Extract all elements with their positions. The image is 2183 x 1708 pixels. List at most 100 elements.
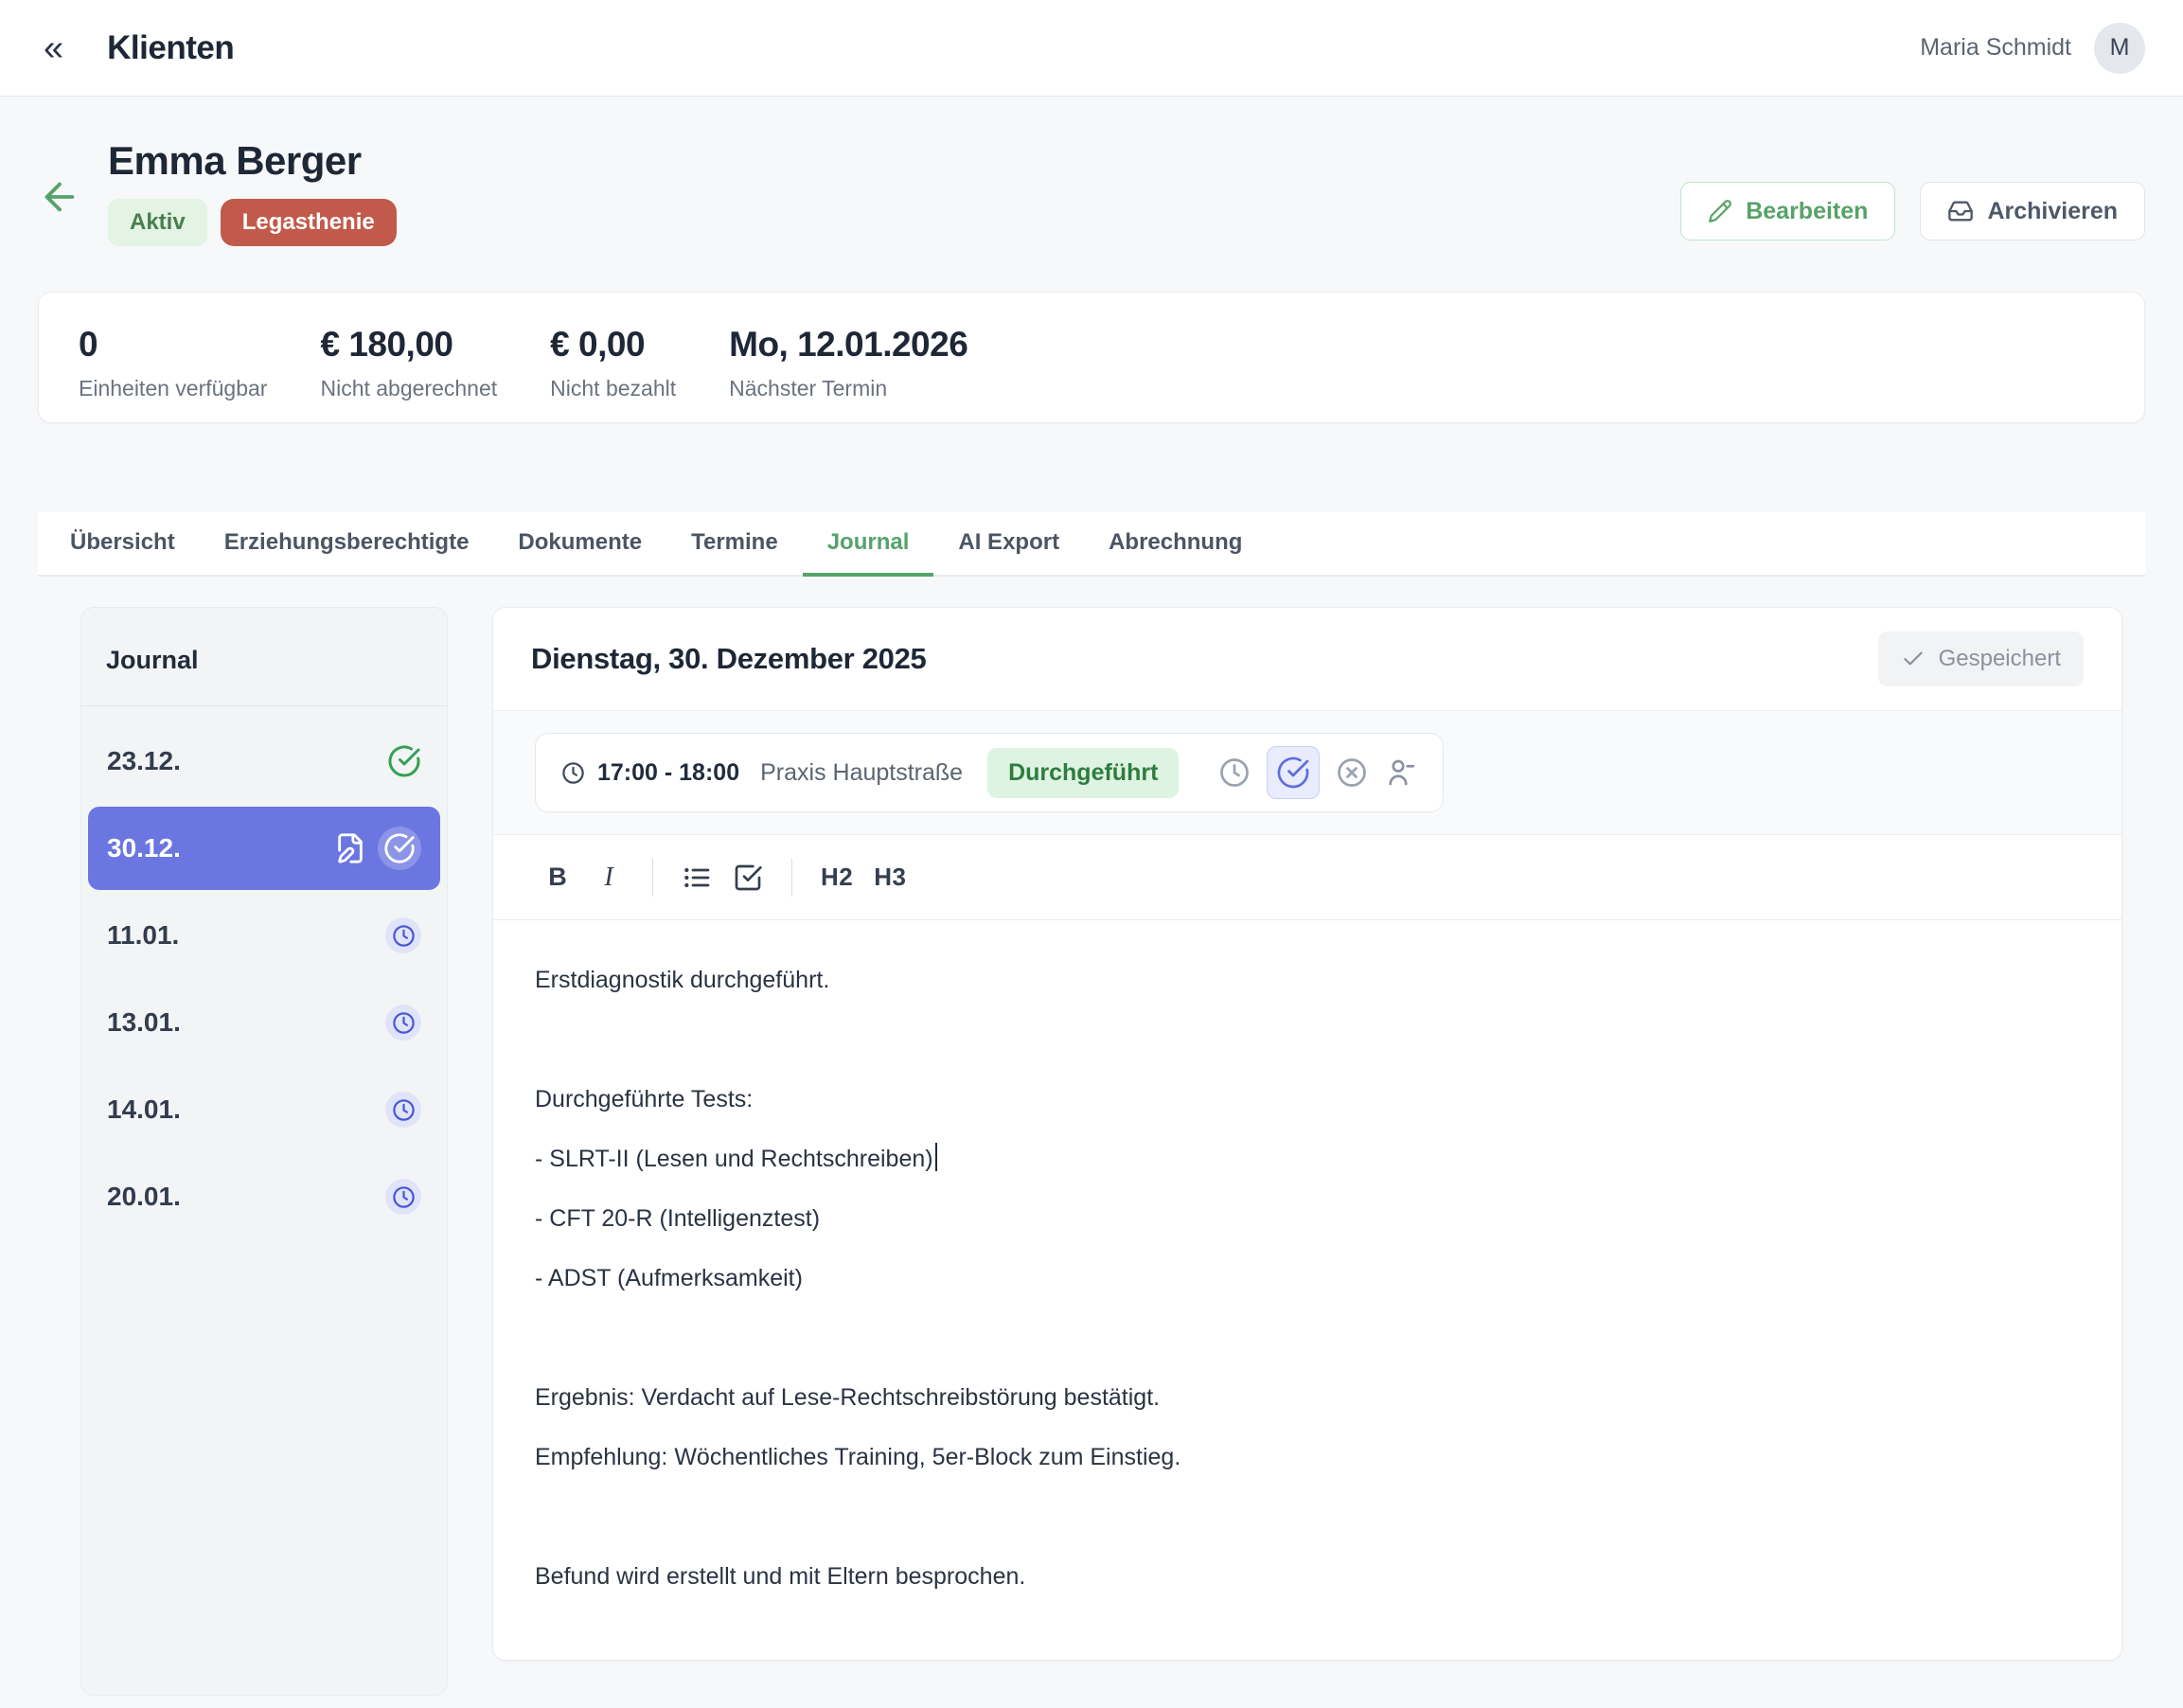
editor-toolbar: B I H2 H3 xyxy=(493,835,2121,920)
editor-paragraph: Durchgeführte Tests: xyxy=(535,1081,2080,1117)
journal-entry-14-01[interactable]: 14.01. xyxy=(88,1068,440,1151)
saved-status-badge: Gespeichert xyxy=(1878,632,2084,686)
bold-button[interactable]: B xyxy=(535,853,580,902)
entry-date: 30.12. xyxy=(107,833,181,863)
editor-paragraph xyxy=(535,1022,2080,1058)
tab-journal[interactable]: Journal xyxy=(803,512,934,577)
stat-label: Nicht bezahlt xyxy=(550,376,676,401)
journal-entry-11-01[interactable]: 11.01. xyxy=(88,894,440,977)
stat-units: 0 Einheiten verfügbar xyxy=(79,325,267,390)
entry-date: 23.12. xyxy=(107,746,181,776)
editor-paragraph: Empfehlung: Wöchentliches Training, 5er-… xyxy=(535,1439,2080,1475)
file-pen-icon xyxy=(334,832,366,864)
mark-completed-button[interactable] xyxy=(1267,746,1320,799)
stat-value: Mo, 12.01.2026 xyxy=(729,325,967,365)
mark-cancelled-button[interactable] xyxy=(1335,756,1369,790)
entry-header: Dienstag, 30. Dezember 2025 Gespeichert xyxy=(493,608,2121,711)
entry-date: 13.01. xyxy=(107,1007,181,1038)
editor-paragraph xyxy=(535,1320,2080,1356)
stat-label: Nicht abgerechnet xyxy=(320,376,497,401)
edit-button[interactable]: Bearbeiten xyxy=(1680,182,1895,240)
appointment-bar: 17:00 - 18:00 Praxis Hauptstraße Durchge… xyxy=(535,733,1444,812)
checklist-button[interactable] xyxy=(725,853,771,902)
journal-entry-13-01[interactable]: 13.01. xyxy=(88,981,440,1064)
journal-entry-panel: Dienstag, 30. Dezember 2025 Gespeichert … xyxy=(492,607,2122,1661)
journal-sidebar-header: Journal xyxy=(81,608,447,706)
appointment-status-badge: Durchgeführt xyxy=(987,748,1179,798)
clock-icon xyxy=(385,1005,421,1041)
archive-button[interactable]: Archivieren xyxy=(1920,182,2145,240)
stat-label: Nächster Termin xyxy=(729,376,967,401)
client-name: Emma Berger xyxy=(108,138,397,184)
stat-unpaid: € 0,00 Nicht bezahlt xyxy=(550,325,676,390)
client-tabs: Übersicht Erziehungsberechtigte Dokument… xyxy=(38,512,2145,577)
editor-paragraph-text: - SLRT-II (Lesen und Rechtschreiben) xyxy=(535,1146,933,1172)
editor-paragraph: Befund wird erstellt und mit Eltern besp… xyxy=(535,1558,2080,1594)
toolbar-divider xyxy=(652,859,653,897)
saved-status-label: Gespeichert xyxy=(1939,646,2061,672)
clock-icon xyxy=(560,760,586,786)
text-cursor xyxy=(935,1143,937,1171)
appointment-location: Praxis Hauptstraße xyxy=(760,759,963,787)
avatar-initial: M xyxy=(2110,34,2130,62)
clock-icon xyxy=(385,917,421,953)
editor-paragraph: - ADST (Aufmerksamkeit) xyxy=(535,1260,2080,1296)
tab-uebersicht[interactable]: Übersicht xyxy=(45,512,200,577)
toolbar-divider xyxy=(791,859,792,897)
tab-dokumente[interactable]: Dokumente xyxy=(493,512,666,577)
editor-paragraph xyxy=(535,1499,2080,1535)
journal-entry-30-12[interactable]: 30.12. xyxy=(88,807,440,890)
entry-date: 20.01. xyxy=(107,1182,181,1212)
mark-no-show-button[interactable] xyxy=(1384,756,1418,790)
stat-next-appointment: Mo, 12.01.2026 Nächster Termin xyxy=(729,325,967,390)
status-badge: Aktiv xyxy=(108,199,207,246)
journal-text-editor[interactable]: Erstdiagnostik durchgeführt. Durchgeführ… xyxy=(493,920,2121,1660)
pencil-icon xyxy=(1708,199,1732,223)
client-stats-card: 0 Einheiten verfügbar € 180,00 Nicht abg… xyxy=(38,292,2145,423)
clock-icon xyxy=(385,1179,421,1215)
page-title: Klienten xyxy=(107,29,234,67)
journal-entry-list: 23.12. 30.12. xyxy=(81,706,447,1255)
clock-icon xyxy=(385,1092,421,1128)
journal-sidebar-title: Journal xyxy=(106,646,199,674)
check-circle-icon xyxy=(378,827,421,870)
editor-paragraph: Erstdiagnostik durchgeführt. xyxy=(535,962,2080,998)
back-arrow-icon[interactable] xyxy=(38,175,81,219)
heading3-button[interactable]: H3 xyxy=(866,853,914,902)
italic-button[interactable]: I xyxy=(586,853,631,902)
entry-date: 11.01. xyxy=(107,920,179,951)
tab-termine[interactable]: Termine xyxy=(666,512,803,577)
appointment-strip: 17:00 - 18:00 Praxis Hauptstraße Durchge… xyxy=(493,711,2121,835)
appointment-time: 17:00 - 18:00 xyxy=(597,759,739,787)
checkmark-icon xyxy=(1901,647,1926,671)
archive-button-label: Archivieren xyxy=(1987,198,2118,225)
diagnosis-badge: Legasthenie xyxy=(221,199,397,246)
collapse-sidebar-icon[interactable]: « xyxy=(38,30,69,66)
stat-value: 0 xyxy=(79,325,267,365)
tab-ai-export[interactable]: AI Export xyxy=(933,512,1084,577)
mark-scheduled-button[interactable] xyxy=(1217,756,1251,790)
top-bar: « Klienten Maria Schmidt M xyxy=(0,0,2183,97)
stat-label: Einheiten verfügbar xyxy=(79,376,267,401)
bullet-list-button[interactable] xyxy=(674,853,719,902)
stat-value: € 180,00 xyxy=(320,325,497,365)
edit-button-label: Bearbeiten xyxy=(1746,198,1868,225)
journal-entry-20-01[interactable]: 20.01. xyxy=(88,1155,440,1238)
client-header: Emma Berger Aktiv Legasthenie Bearbeiten… xyxy=(0,97,2183,246)
editor-paragraph: - SLRT-II (Lesen und Rechtschreiben) xyxy=(535,1141,2080,1177)
archive-icon xyxy=(1947,198,1974,224)
avatar[interactable]: M xyxy=(2094,23,2145,74)
heading2-button[interactable]: H2 xyxy=(813,853,861,902)
journal-sidebar: Journal 23.12. 30.12. xyxy=(80,607,448,1696)
stat-value: € 0,00 xyxy=(550,325,676,365)
check-circle-icon xyxy=(387,744,421,778)
entry-date: 14.01. xyxy=(107,1094,181,1125)
user-name: Maria Schmidt xyxy=(1920,34,2071,62)
tab-erziehungsberechtigte[interactable]: Erziehungsberechtigte xyxy=(200,512,494,577)
tab-abrechnung[interactable]: Abrechnung xyxy=(1084,512,1267,577)
editor-paragraph: - CFT 20-R (Intelligenztest) xyxy=(535,1201,2080,1237)
stat-unbilled: € 180,00 Nicht abgerechnet xyxy=(320,325,497,390)
journal-entry-23-12[interactable]: 23.12. xyxy=(88,720,440,803)
entry-title: Dienstag, 30. Dezember 2025 xyxy=(531,642,927,676)
editor-paragraph: Ergebnis: Verdacht auf Lese-Rechtschreib… xyxy=(535,1379,2080,1415)
